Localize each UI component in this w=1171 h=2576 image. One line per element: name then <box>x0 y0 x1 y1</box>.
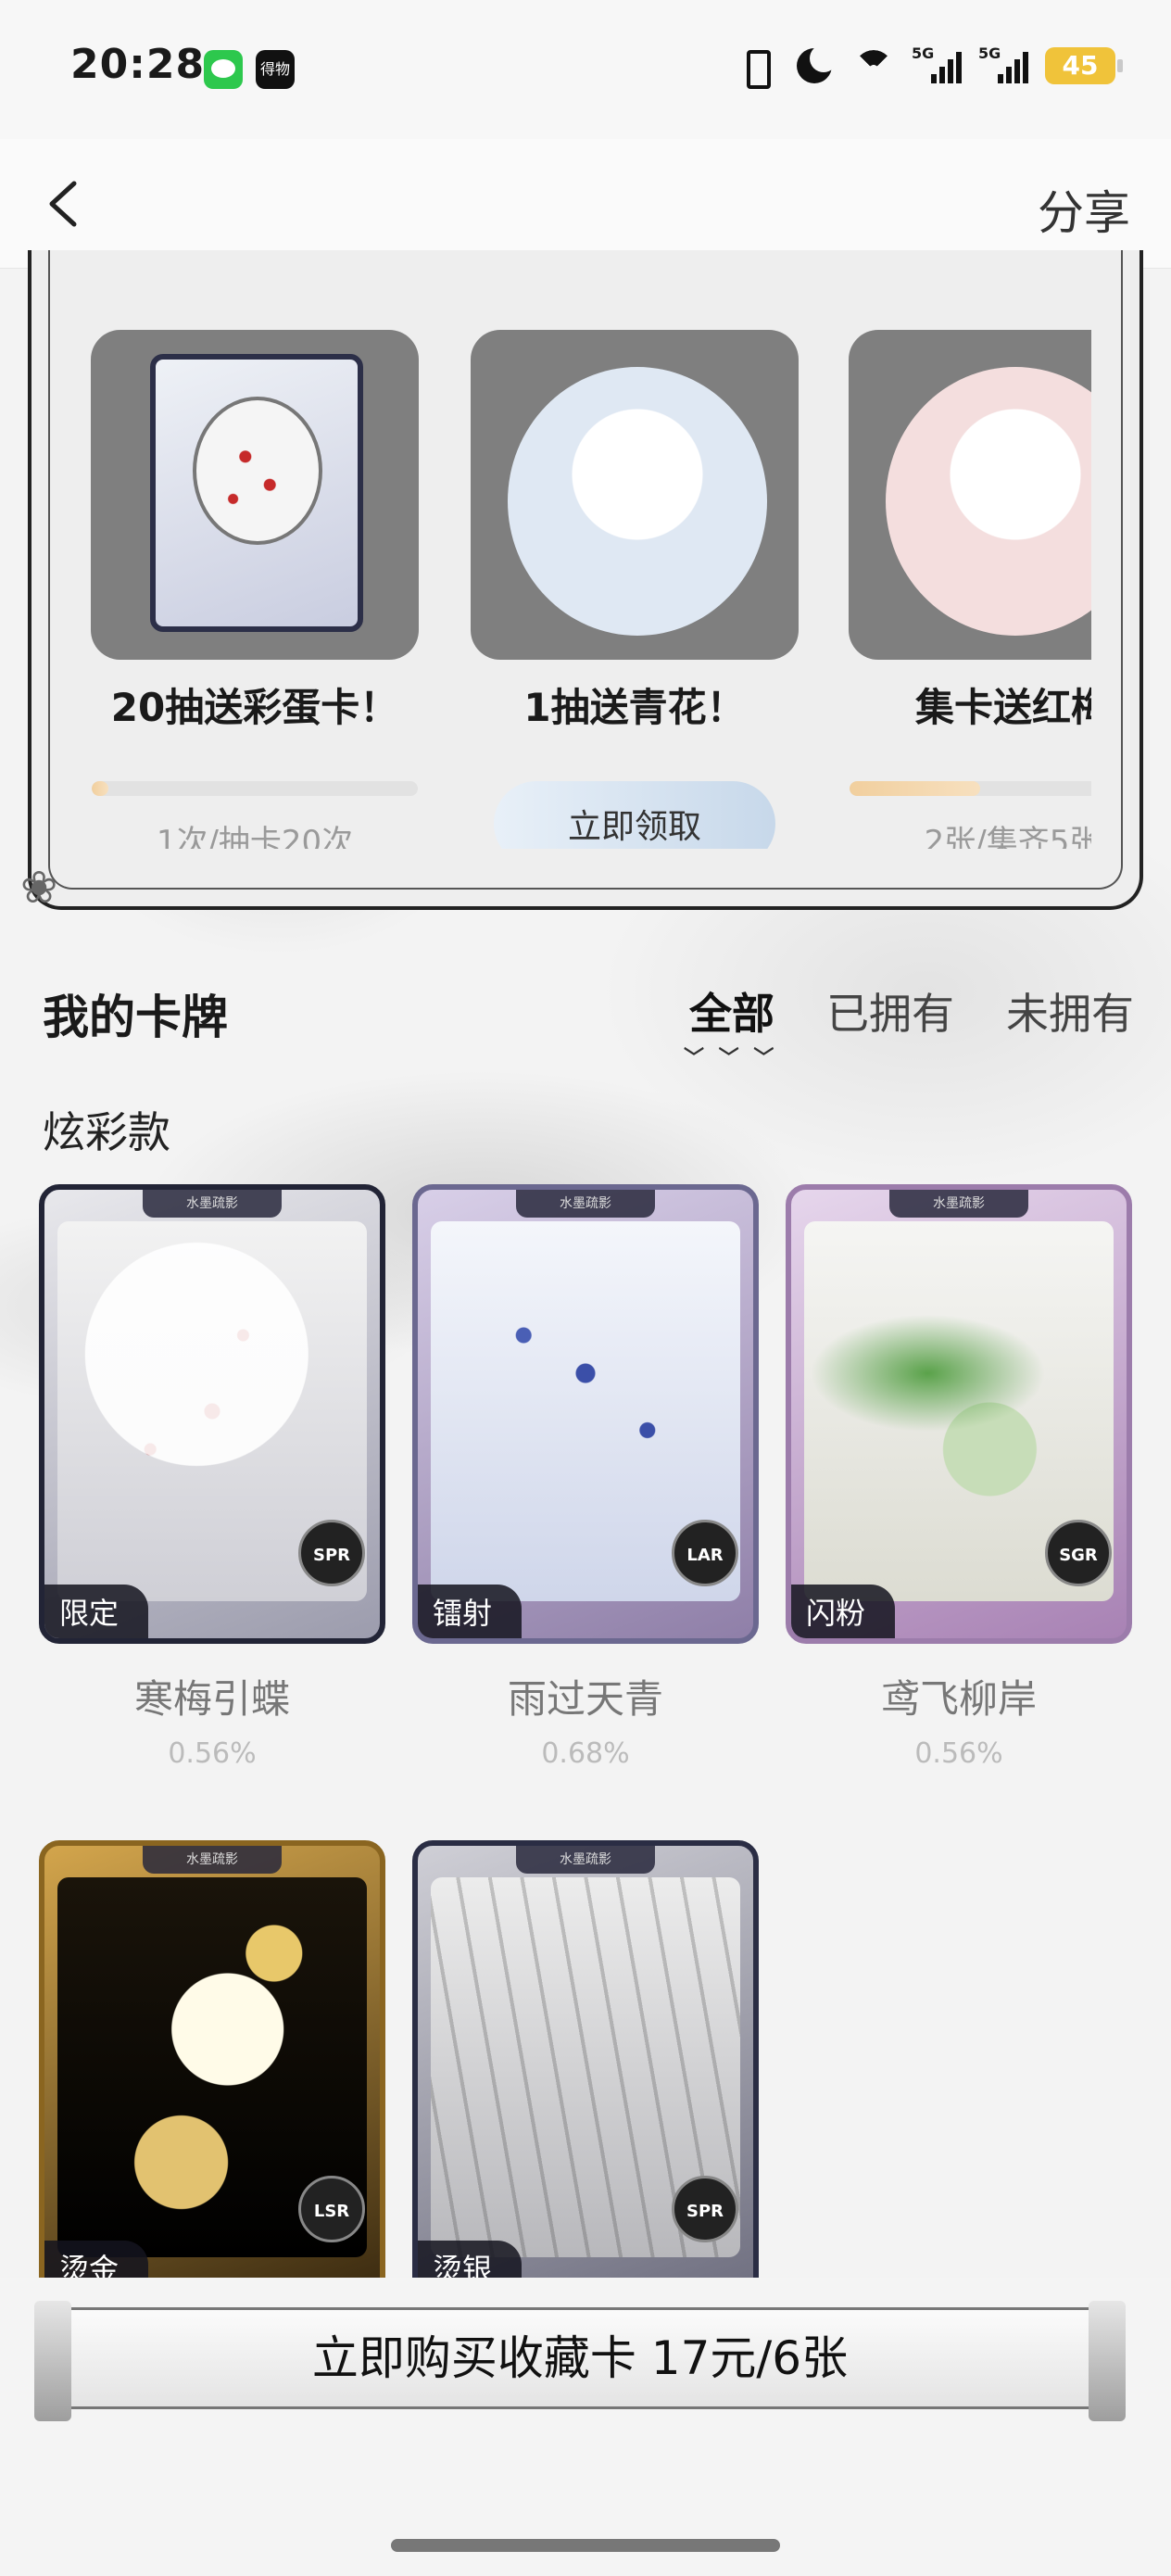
card-tag: 镭射 <box>418 1585 523 1638</box>
reward-progress-fill <box>92 781 108 796</box>
card-name: 寒梅引蝶 <box>133 1676 290 1722</box>
status-bar: 20:28 得物 5G 5G 45 <box>0 0 1171 139</box>
chibi-character-image <box>508 367 767 636</box>
reward-progress-fill <box>850 781 980 796</box>
rarity-badge: LSR <box>298 2176 365 2242</box>
rarity-badge: SGR <box>1045 1520 1112 1586</box>
card-art: LAR 镭射 <box>412 1184 759 1644</box>
top-nav: 分享 <box>0 139 1171 269</box>
card-tag: 闪粉 <box>791 1585 896 1638</box>
card-drop-rate: 0.68% <box>541 1737 630 1770</box>
tab-owned[interactable]: 已拥有 <box>826 980 954 1042</box>
reward-note: 2张/集齐5张 <box>924 824 1091 849</box>
card-name: 雨过天青 <box>507 1676 663 1722</box>
chevron-left-icon[interactable] <box>37 176 93 232</box>
wifi-icon <box>852 44 895 87</box>
reward-progress-bar <box>92 781 418 796</box>
collectible-card[interactable]: SPR 限定 寒梅引蝶 0.56% <box>39 1184 385 1770</box>
status-icons: 5G 5G 45 <box>734 44 1123 89</box>
signal-icon-2: 5G <box>978 44 1028 87</box>
reward-note: 1次/抽卡20次 <box>156 824 354 849</box>
reward-title: 20抽送彩蛋卡！ <box>110 685 399 730</box>
card-art: SGR 闪粉 <box>786 1184 1132 1644</box>
collectible-card[interactable]: SGR 闪粉 鸢飞柳岸 0.56% <box>786 1184 1132 1770</box>
reward-card[interactable]: 20抽送彩蛋卡！ 1次/抽卡20次 <box>91 330 419 849</box>
message-app-icon: 得物 <box>256 50 295 89</box>
battery-icon: 45 <box>1045 47 1123 84</box>
buy-cards-button[interactable]: 立即购买收藏卡 17元/6张 <box>34 2301 1126 2421</box>
my-cards-title: 我的卡牌 <box>43 991 228 1044</box>
category-label: 炫彩款 <box>43 1107 170 1157</box>
card-drop-rate: 0.56% <box>168 1737 257 1770</box>
rarity-badge: SPR <box>298 1520 365 1586</box>
reward-card[interactable]: 集卡送红梅 2张/集齐5张 <box>849 330 1091 849</box>
rarity-badge: SPR <box>672 2176 738 2242</box>
status-time: 20:28 <box>70 41 206 88</box>
collectible-card[interactable]: LSR 烫金 <box>39 1840 385 2300</box>
card-filter-tabs: 全部 已拥有 未拥有 <box>684 980 1134 1071</box>
card-drop-rate: 0.56% <box>914 1737 1003 1770</box>
reward-carousel[interactable]: 20抽送彩蛋卡！ 1次/抽卡20次 1抽送青花！ 立即领取 集卡送红梅 2张/集… <box>91 330 1091 849</box>
signal-icon-1: 5G <box>912 44 962 87</box>
card-tag: 限定 <box>44 1585 149 1638</box>
mini-card-image <box>150 354 363 632</box>
rarity-badge: LAR <box>672 1520 738 1586</box>
reward-title: 集卡送红梅 <box>914 685 1091 730</box>
card-art: LSR 烫金 <box>39 1840 385 2300</box>
tab-not-owned[interactable]: 未拥有 <box>1006 980 1134 1042</box>
card-art: SPR 限定 <box>39 1184 385 1644</box>
reward-thumbnail <box>849 330 1091 660</box>
reward-thumbnail <box>91 330 419 660</box>
wechat-icon <box>204 50 243 89</box>
vibrate-icon <box>734 44 776 89</box>
card-art: SPR 烫银 <box>412 1840 759 2300</box>
lotus-icon: ❀ <box>20 862 58 914</box>
reward-progress-bar <box>850 781 1091 796</box>
share-button[interactable]: 分享 <box>1038 176 1130 243</box>
reward-title: 1抽送青花！ <box>523 685 746 730</box>
collectible-card[interactable]: LAR 镭射 雨过天青 0.68% <box>412 1184 759 1770</box>
home-indicator[interactable] <box>391 2539 780 2552</box>
reward-card[interactable]: 1抽送青花！ 立即领取 <box>471 330 799 849</box>
claim-now-button[interactable]: 立即领取 <box>494 781 775 849</box>
collectible-card[interactable]: SPR 烫银 <box>412 1840 759 2300</box>
card-name: 鸢飞柳岸 <box>880 1676 1037 1722</box>
chibi-character-image <box>886 367 1091 636</box>
tab-all[interactable]: 全部 <box>684 980 777 1071</box>
do-not-disturb-icon <box>793 44 837 87</box>
reward-thumbnail <box>471 330 799 660</box>
